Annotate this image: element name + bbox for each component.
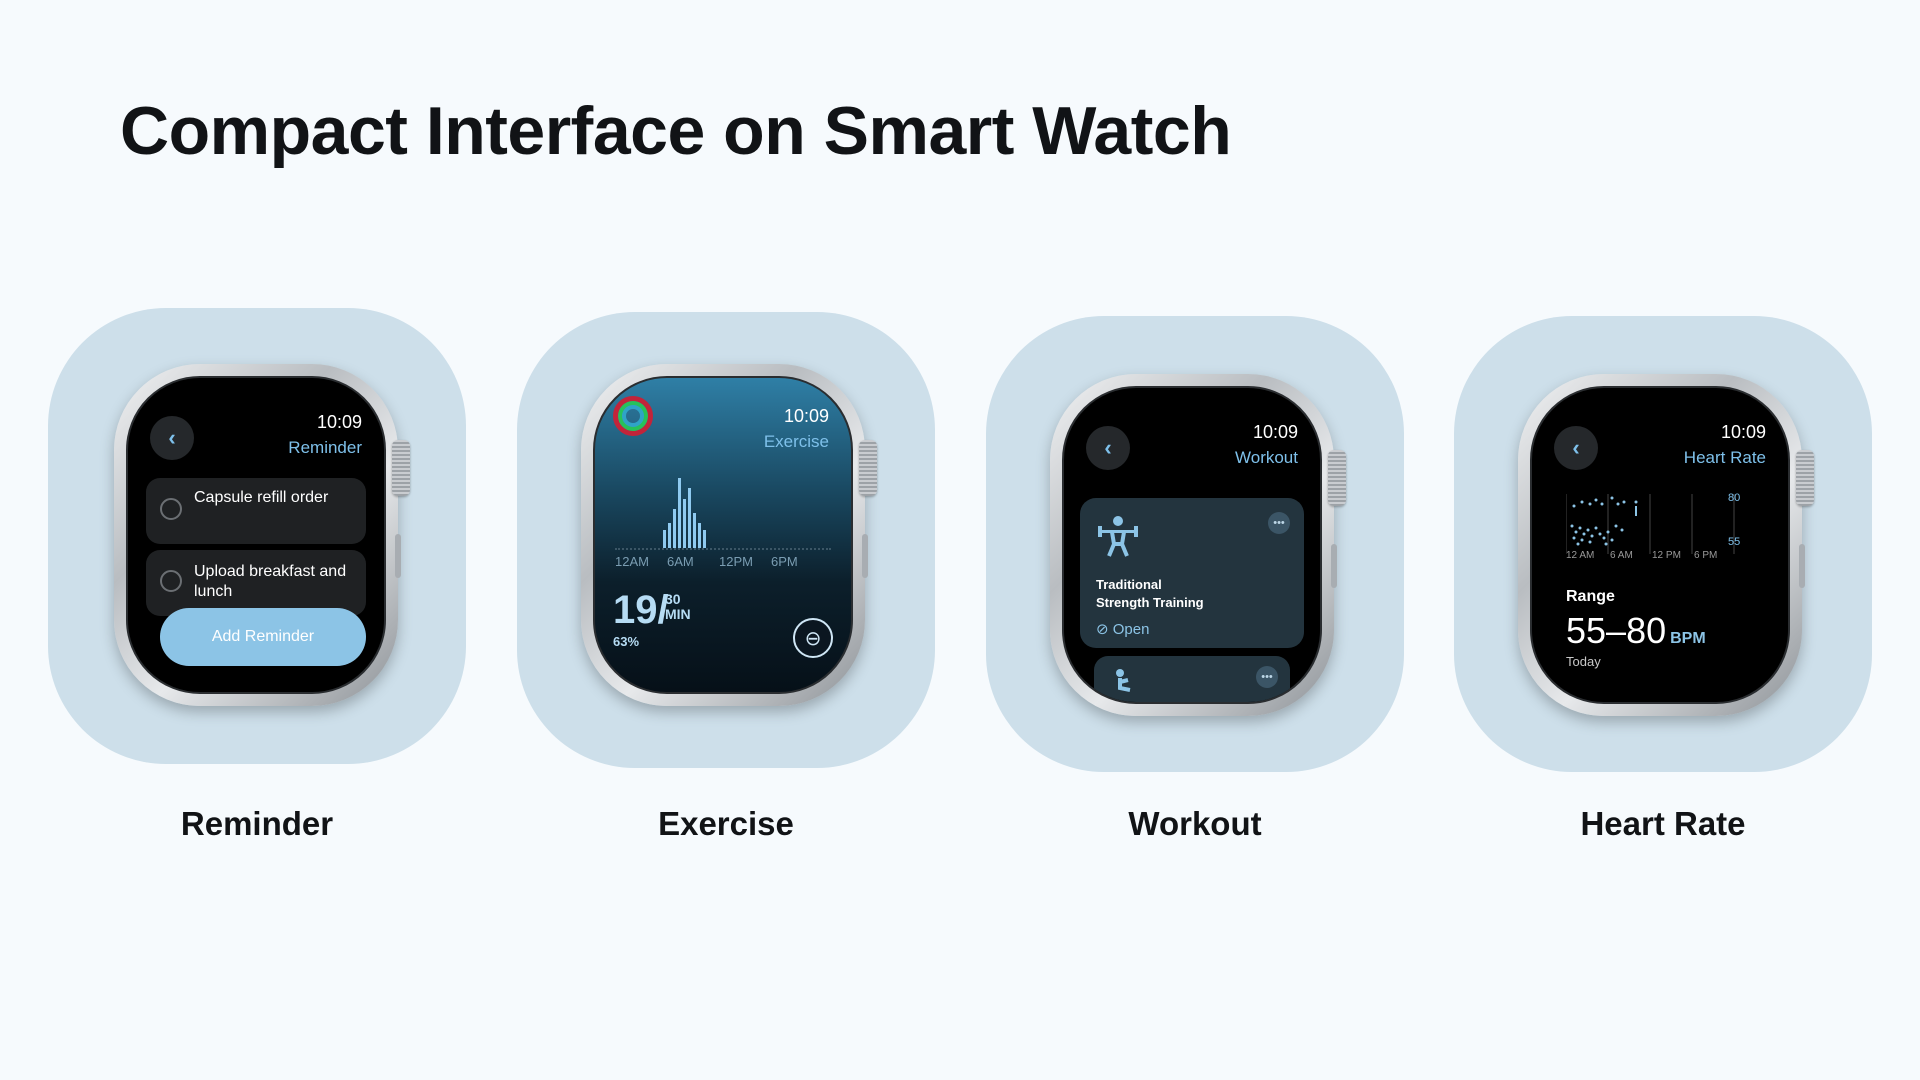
- exercise-bar: [678, 478, 681, 548]
- reminder-item-text: Upload breakfast and lunch: [194, 563, 347, 600]
- watch-frame: ‹ 10:09 Reminder Capsule refill order Up…: [114, 364, 410, 706]
- check-circle-icon: ⊘: [1096, 621, 1109, 638]
- range-value-row: 55–80 BPM: [1566, 610, 1706, 652]
- tick-label: 12AM: [615, 554, 649, 569]
- watch-screen: ‹ 10:09 Reminder Capsule refill order Up…: [126, 376, 386, 694]
- heart-rate-card: ‹ 10:09 Heart Rate 80 55 12 AM 6 AM 12 P…: [1454, 316, 1872, 772]
- reminder-card: ‹ 10:09 Reminder Capsule refill order Up…: [48, 308, 466, 764]
- weightlifting-icon: [1098, 516, 1138, 557]
- workout-name-line1: Traditional: [1096, 577, 1162, 592]
- x-tick-label: 6 AM: [1610, 550, 1633, 561]
- workout-item[interactable]: ••• Traditional Strength Training ⊘ Open: [1080, 498, 1304, 648]
- range-label: Range: [1566, 588, 1615, 605]
- tick-label: 6AM: [667, 554, 694, 569]
- tick-label: 12PM: [719, 554, 753, 569]
- range-period: Today: [1566, 654, 1601, 669]
- exercise-bar: [683, 499, 686, 548]
- exercise-card: 10:09 Exercise 12AM 6AM 12PM 6PM 19/ 30 …: [517, 312, 935, 768]
- exercise-bar: [668, 523, 671, 548]
- workout-status-text: Open: [1112, 621, 1150, 638]
- exercise-percent: 63%: [613, 634, 640, 649]
- watch-screen: ‹ 10:09 Heart Rate 80 55 12 AM 6 AM 12 P…: [1530, 386, 1790, 704]
- watch-screen: ‹ 10:09 Workout ••• Traditional Strength…: [1062, 386, 1322, 704]
- clock-time: 10:09: [316, 412, 362, 432]
- exercise-minutes: 19/: [613, 588, 669, 632]
- workout-status: ⊘ Open: [1096, 620, 1149, 638]
- app-title: Reminder: [288, 438, 362, 457]
- watch-frame: ‹ 10:09 Workout ••• Traditional Strength…: [1050, 374, 1346, 716]
- add-reminder-button[interactable]: Add Reminder: [160, 608, 366, 666]
- side-button: [1799, 544, 1805, 588]
- x-tick-label: 12 PM: [1652, 550, 1681, 561]
- workout-card: ‹ 10:09 Workout ••• Traditional Strength…: [986, 316, 1404, 772]
- heart-rate-chart: 80 55 12 AM 6 AM 12 PM 6 PM: [1566, 492, 1744, 572]
- more-icon[interactable]: •••: [1268, 512, 1290, 534]
- back-button[interactable]: ‹: [150, 416, 194, 460]
- y-tick-label: 80: [1728, 492, 1741, 504]
- chart-baseline: [615, 548, 831, 550]
- checkbox-circle[interactable]: [160, 570, 182, 592]
- exercise-bar: [673, 509, 676, 548]
- card-label-workout: Workout: [1128, 805, 1262, 842]
- checkbox-circle[interactable]: [160, 498, 182, 520]
- back-button[interactable]: ‹: [1086, 426, 1130, 470]
- clock-time: 10:09: [1252, 422, 1298, 442]
- y-tick-label: 55: [1728, 536, 1741, 548]
- chevron-left-icon: ‹: [1104, 435, 1112, 460]
- range-unit: BPM: [1670, 630, 1706, 647]
- digital-crown: [392, 440, 410, 496]
- reminder-item[interactable]: Capsule refill order: [146, 478, 366, 544]
- minus-circle-icon[interactable]: ⊖: [793, 618, 833, 658]
- exercise-bar: [703, 530, 706, 548]
- exercise-bar: [663, 530, 666, 548]
- side-button: [1331, 544, 1337, 588]
- more-icon[interactable]: •••: [1256, 666, 1278, 688]
- chevron-left-icon: ‹: [168, 425, 176, 450]
- card-label-exercise: Exercise: [658, 805, 794, 842]
- exercise-bar: [693, 513, 696, 548]
- card-label-reminder: Reminder: [180, 805, 334, 842]
- exercise-goal: 30: [665, 591, 681, 607]
- reminder-item[interactable]: Upload breakfast and lunch: [146, 550, 366, 616]
- watch-screen: 10:09 Exercise 12AM 6AM 12PM 6PM 19/ 30 …: [593, 376, 853, 694]
- digital-crown: [1328, 450, 1346, 506]
- digital-crown: [1796, 450, 1814, 506]
- exercise-bars: [663, 478, 706, 548]
- app-title: Heart Rate: [1683, 448, 1766, 467]
- range-value: 55–80: [1566, 610, 1667, 651]
- stretching-icon: [1116, 669, 1131, 692]
- exercise-unit: MIN: [665, 606, 691, 622]
- side-button: [395, 534, 401, 578]
- reminder-item-text: Capsule refill order: [194, 489, 329, 506]
- watch-frame: ‹ 10:09 Heart Rate 80 55 12 AM 6 AM 12 P…: [1518, 374, 1814, 716]
- workout-name-line2: Strength Training: [1096, 595, 1204, 610]
- tick-label: 6PM: [771, 554, 798, 569]
- back-button[interactable]: ‹: [1554, 426, 1598, 470]
- exercise-bar: [698, 523, 701, 548]
- chevron-left-icon: ‹: [1572, 435, 1580, 460]
- app-title: Workout: [1235, 448, 1298, 467]
- side-button: [862, 534, 868, 578]
- exercise-chart: 12AM 6AM 12PM 6PM: [595, 378, 851, 578]
- watch-frame: 10:09 Exercise 12AM 6AM 12PM 6PM 19/ 30 …: [581, 364, 877, 706]
- clock-time: 10:09: [1720, 422, 1766, 442]
- workout-name: Traditional Strength Training: [1096, 576, 1236, 612]
- exercise-bar: [688, 488, 691, 548]
- card-label-heart-rate: Heart Rate: [1580, 805, 1746, 842]
- digital-crown: [859, 440, 877, 496]
- x-tick-label: 12 AM: [1566, 550, 1595, 561]
- page-title: Compact Interface on Smart Watch: [120, 93, 1232, 169]
- workout-item[interactable]: •••: [1094, 656, 1290, 702]
- x-tick-label: 6 PM: [1694, 550, 1718, 561]
